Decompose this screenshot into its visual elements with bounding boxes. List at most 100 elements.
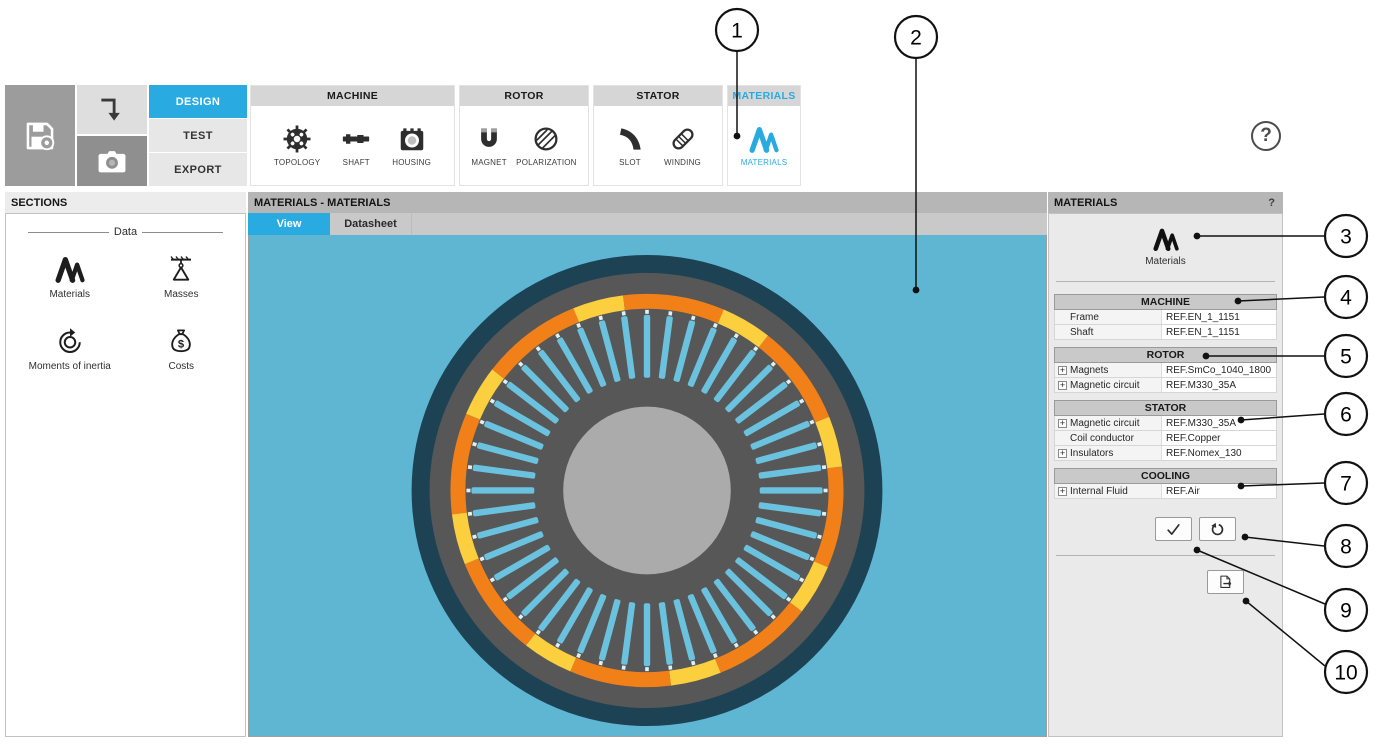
check-icon	[1165, 521, 1182, 538]
expand-icon[interactable]: +	[1058, 381, 1067, 390]
inertia-icon	[55, 326, 85, 356]
ribbon-button-slot[interactable]: SLOT	[613, 122, 647, 169]
export-icon	[1217, 574, 1234, 591]
ribbon: MACHINETOPOLOGYSHAFTHOUSINGROTORMAGNETPO…	[250, 85, 801, 186]
callout-number: 3	[1340, 226, 1352, 249]
app-window: DESIGNTESTEXPORT MACHINE TOPOLOGY SHAFT HOU…	[5, 85, 1283, 737]
shaft-icon	[341, 124, 371, 154]
material-value: REF.Air	[1162, 484, 1276, 498]
topology-icon	[282, 124, 312, 154]
save-project-button[interactable]	[5, 85, 75, 186]
material-row-internal-fluid[interactable]: +Internal FluidREF.Air	[1054, 484, 1277, 499]
material-row-coil-conductor[interactable]: Coil conductor REF.Copper	[1054, 431, 1277, 446]
material-label: Insulators	[1070, 448, 1113, 459]
callout-number: 8	[1340, 536, 1352, 559]
ribbon-button-shaft[interactable]: SHAFT	[339, 122, 373, 169]
materials-icon-label: Materials	[1145, 256, 1186, 267]
callout-circle	[1325, 651, 1367, 693]
material-label: Shaft	[1070, 327, 1093, 338]
apply-button[interactable]	[1155, 517, 1192, 541]
panel-help-icon[interactable]: ?	[1268, 197, 1277, 209]
ribbon-button-polarization[interactable]: POLARIZATION	[514, 122, 578, 169]
expand-icon[interactable]: +	[1058, 366, 1067, 375]
sections-panel-body: Data MaterialsMassesMoments of inertiaCo…	[5, 213, 246, 737]
ribbon-button-housing[interactable]: HOUSING	[390, 122, 433, 169]
view-tab-datasheet[interactable]: Datasheet	[330, 213, 412, 235]
callout-circle	[1325, 393, 1367, 435]
materials-section-rotor: ROTOR +Magnets REF.SmCo_1040_1800+Magnetic…	[1054, 347, 1277, 393]
section-item-masses[interactable]: Masses	[126, 254, 238, 300]
screenshot-button[interactable]	[77, 136, 147, 186]
material-value: REF.SmCo_1040_1800	[1162, 363, 1276, 377]
material-label: Magnets	[1070, 365, 1108, 376]
view-tabstrip: ViewDatasheet	[248, 213, 1047, 235]
camera-icon	[95, 144, 129, 178]
ribbon-button-materials[interactable]: MATERIALS	[739, 122, 790, 169]
callout-number: 1	[731, 20, 743, 43]
material-label: Coil conductor	[1070, 433, 1134, 444]
material-value: REF.Nomex_130	[1162, 446, 1276, 460]
material-row-insulators[interactable]: +Insulators REF.Nomex_130	[1054, 446, 1277, 461]
callout-circle	[1325, 589, 1367, 631]
materials-properties-panel: MATERIALS ? Materials MACHINEFrameREF.EN…	[1048, 192, 1283, 737]
callout-number: 5	[1340, 346, 1352, 369]
section-item-costs[interactable]: Costs	[126, 326, 238, 372]
section-header: ROTOR	[1054, 347, 1277, 363]
expand-icon[interactable]: +	[1058, 487, 1067, 496]
expand-icon[interactable]: +	[1058, 449, 1067, 458]
materials-table: MACHINEFrameREF.EN_1_1151ShaftREF.EN_1_1…	[1054, 294, 1277, 499]
save-icon	[23, 119, 57, 153]
housing-icon	[397, 124, 427, 154]
ribbon-group-stator: STATORSLOTWINDING	[593, 85, 723, 186]
material-value: REF.Copper	[1162, 431, 1276, 445]
material-row-magnetic-circuit[interactable]: +Magnetic circuitREF.M330_35A	[1054, 416, 1277, 431]
callout-circle	[1325, 462, 1367, 504]
material-row-shaft[interactable]: ShaftREF.EN_1_1151	[1054, 325, 1277, 340]
material-label: Magnetic circuit	[1070, 418, 1139, 429]
mode-tab-design[interactable]: DESIGN	[149, 85, 247, 119]
callout-circle	[716, 9, 758, 51]
help-button[interactable]: ?	[1251, 121, 1281, 151]
ribbon-group-materials: MATERIALS MATERIALS	[727, 85, 801, 186]
sections-panel: SECTIONS Data MaterialsMassesMoments of …	[5, 192, 246, 737]
mode-tab-export[interactable]: EXPORT	[149, 153, 247, 186]
question-mark-icon: ?	[1260, 125, 1272, 147]
ribbon-button-magnet[interactable]: MAGNET	[469, 122, 508, 169]
main-panel-title: MATERIALS - MATERIALS	[248, 192, 1047, 213]
callout-number: 4	[1340, 287, 1352, 310]
ribbon-group-title: MATERIALS	[728, 86, 800, 106]
view-tab-view[interactable]: View	[248, 213, 330, 235]
section-item-materials[interactable]: Materials	[14, 254, 126, 300]
export-button[interactable]	[1207, 570, 1244, 594]
material-label: Frame	[1070, 312, 1099, 323]
materials-section-cooling: COOLING+Internal FluidREF.Air	[1054, 468, 1277, 499]
divider	[1056, 281, 1275, 282]
ribbon-button-winding[interactable]: WINDING	[662, 122, 703, 169]
polarization-icon	[531, 124, 561, 154]
main-panel: MATERIALS - MATERIALS ViewDatasheet	[248, 192, 1047, 737]
callout-circle	[1325, 276, 1367, 318]
materials-icon-block: Materials	[1054, 226, 1277, 267]
material-value: REF.M330_35A	[1162, 378, 1276, 392]
motor-cross-section[interactable]	[249, 235, 1046, 736]
slot-icon	[615, 124, 645, 154]
materials-section-stator: STATOR+Magnetic circuitREF.M330_35ACoil …	[1054, 400, 1277, 461]
material-row-frame[interactable]: FrameREF.EN_1_1151	[1054, 310, 1277, 325]
material-row-magnets[interactable]: +Magnets REF.SmCo_1040_1800	[1054, 363, 1277, 378]
ribbon-button-topology[interactable]: TOPOLOGY	[272, 122, 322, 169]
section-item-moments-of-inertia[interactable]: Moments of inertia	[14, 326, 126, 372]
view-area[interactable]	[248, 235, 1047, 737]
mode-tab-test[interactable]: TEST	[149, 119, 247, 153]
ribbon-group-title: MACHINE	[251, 86, 454, 106]
winding-icon	[668, 124, 698, 154]
materials-icon	[1153, 226, 1179, 252]
section-header: STATOR	[1054, 400, 1277, 416]
section-header: MACHINE	[1054, 294, 1277, 310]
divider	[1056, 555, 1275, 556]
material-row-magnetic-circuit[interactable]: +Magnetic circuitREF.M330_35A	[1054, 378, 1277, 393]
expand-icon[interactable]: +	[1058, 419, 1067, 428]
import-button[interactable]	[77, 85, 147, 134]
materials-icon	[55, 254, 85, 284]
masses-icon	[166, 254, 196, 284]
restore-button[interactable]	[1199, 517, 1236, 541]
